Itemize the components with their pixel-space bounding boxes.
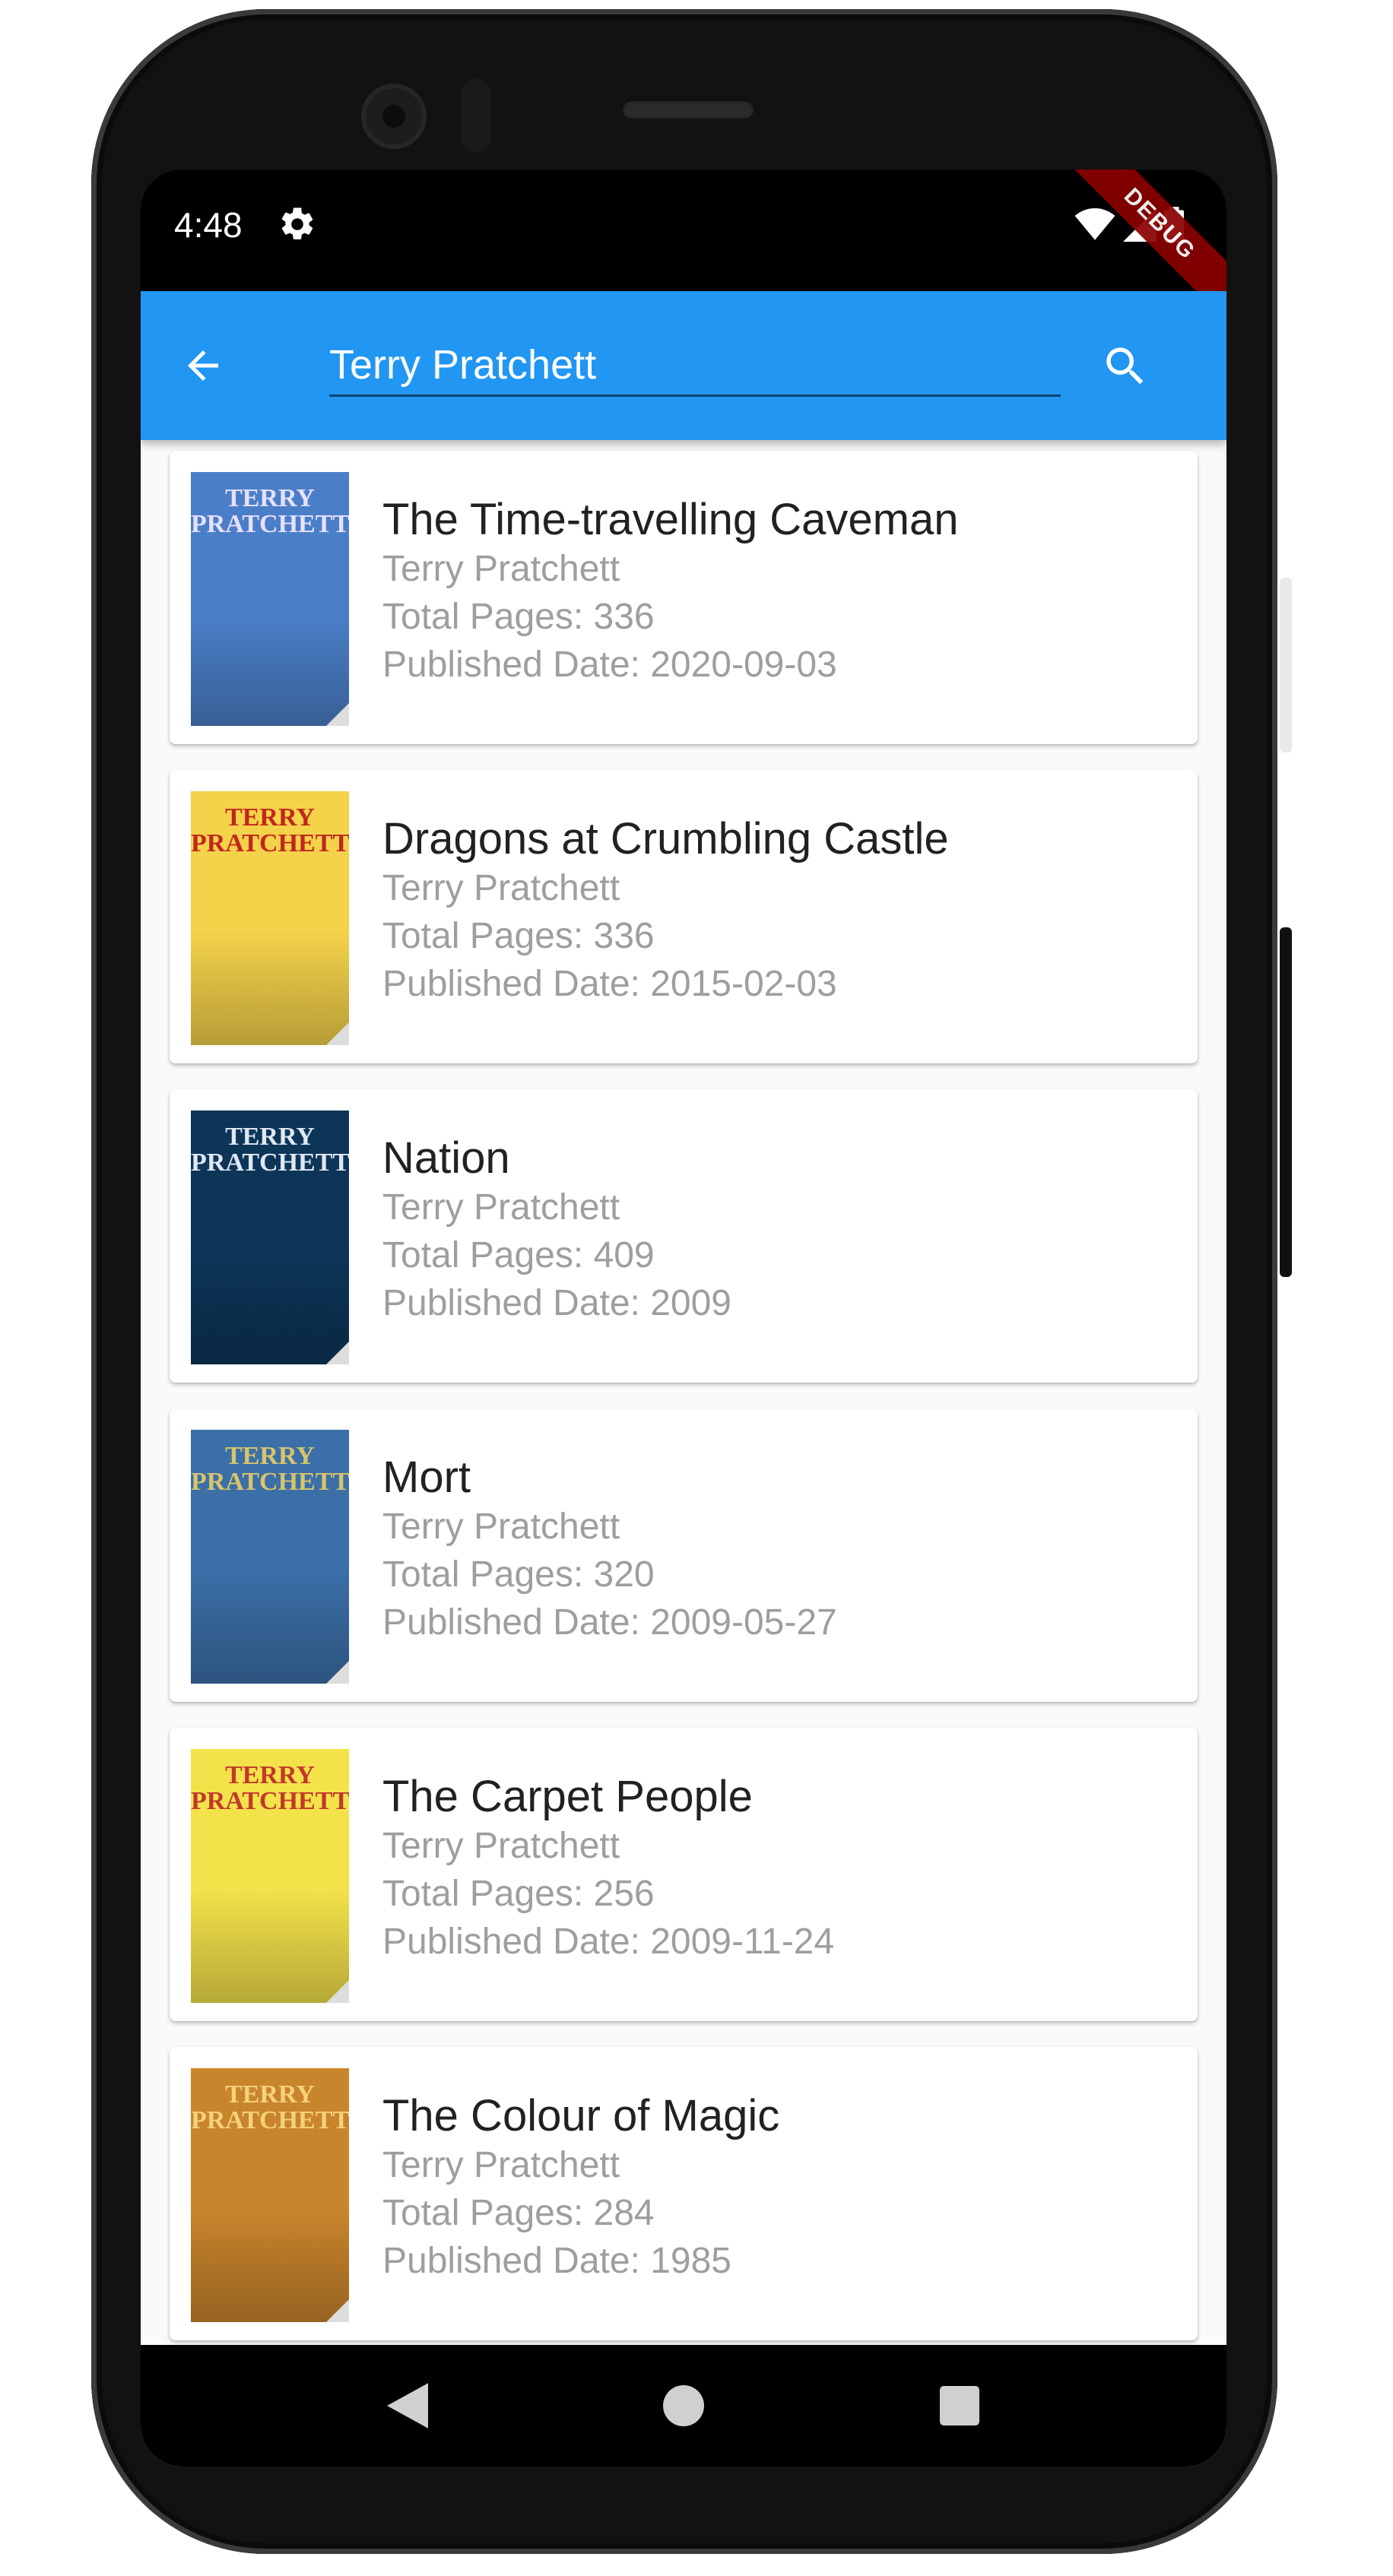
book-cover: TERRY PRATCHETT xyxy=(191,791,349,1045)
device-screen: 4:48 DEBUG TERRY PRATC xyxy=(141,170,1226,2467)
book-card[interactable]: TERRY PRATCHETT Mort Terry Pratchett Tot… xyxy=(170,1408,1198,1702)
book-pages: Total Pages: 320 xyxy=(382,1554,655,1595)
book-published: Published Date: 1985 xyxy=(382,2241,731,2281)
volume-button xyxy=(1280,578,1292,753)
book-title: The Carpet People xyxy=(382,1772,753,1821)
book-info: Mort Terry Pratchett Total Pages: 320 Pu… xyxy=(382,1453,837,1646)
cover-author: TERRY PRATCHETT xyxy=(191,484,349,538)
system-nav-bar xyxy=(141,2345,1226,2467)
book-published: Published Date: 2009 xyxy=(382,1283,731,1323)
book-published: Published Date: 2020-09-03 xyxy=(382,645,837,685)
earpiece-speaker xyxy=(622,99,754,119)
cover-fold xyxy=(326,1661,349,1684)
status-bar: 4:48 DEBUG xyxy=(141,170,1226,320)
book-pages: Total Pages: 409 xyxy=(382,1235,655,1275)
book-info: The Time-travelling Caveman Terry Pratch… xyxy=(382,495,959,689)
cover-author: TERRY PRATCHETT xyxy=(191,1761,349,1815)
cover-author: TERRY PRATCHETT xyxy=(191,1123,349,1177)
book-card[interactable]: TERRY PRATCHETT Nation Terry Pratchett T… xyxy=(170,1089,1198,1383)
cover-fold xyxy=(326,1342,349,1364)
book-pages: Total Pages: 336 xyxy=(382,916,655,956)
book-cover: TERRY PRATCHETT xyxy=(191,2068,349,2322)
book-published: Published Date: 2015-02-03 xyxy=(382,964,837,1004)
book-card[interactable]: TERRY PRATCHETT The Time-travelling Cave… xyxy=(170,451,1198,744)
book-card[interactable]: TERRY PRATCHETT The Carpet People Terry … xyxy=(170,1728,1198,2021)
status-time: 4:48 xyxy=(174,205,243,245)
cover-author: TERRY PRATCHETT xyxy=(191,803,349,857)
book-info: The Colour of Magic Terry Pratchett Tota… xyxy=(382,2091,779,2285)
wifi-icon xyxy=(1074,208,1115,246)
search-input[interactable] xyxy=(329,335,1061,397)
book-cover: TERRY PRATCHETT xyxy=(191,472,349,726)
book-author: Terry Pratchett xyxy=(382,868,620,908)
app-bar xyxy=(141,291,1226,440)
book-published: Published Date: 2009-11-24 xyxy=(382,1922,835,1962)
book-list[interactable]: TERRY PRATCHETT The Time-travelling Cave… xyxy=(141,440,1226,2467)
book-info: Dragons at Crumbling Castle Terry Pratch… xyxy=(382,814,949,1008)
book-author: Terry Pratchett xyxy=(382,1187,620,1228)
book-cover: TERRY PRATCHETT xyxy=(191,1111,349,1364)
book-pages: Total Pages: 336 xyxy=(382,597,655,637)
book-title: The Time-travelling Caveman xyxy=(382,495,959,544)
power-button xyxy=(1280,927,1292,1277)
cover-author: TERRY PRATCHETT xyxy=(191,1442,349,1496)
cover-fold xyxy=(326,1980,349,2003)
nav-recents-icon[interactable] xyxy=(929,2375,990,2436)
book-author: Terry Pratchett xyxy=(382,1826,620,1866)
book-author: Terry Pratchett xyxy=(382,2145,620,2185)
nav-back-icon[interactable] xyxy=(377,2375,438,2436)
cover-author: TERRY PRATCHETT xyxy=(191,2080,349,2134)
nav-home-icon[interactable] xyxy=(653,2375,714,2436)
front-camera xyxy=(361,84,427,149)
book-published: Published Date: 2009-05-27 xyxy=(382,1602,837,1643)
proximity-sensor xyxy=(461,79,491,152)
book-cover: TERRY PRATCHETT xyxy=(191,1749,349,2003)
cover-fold xyxy=(326,2299,349,2322)
book-info: Nation Terry Pratchett Total Pages: 409 … xyxy=(382,1133,731,1327)
arrow-back-icon[interactable] xyxy=(173,335,233,396)
book-pages: Total Pages: 284 xyxy=(382,2193,655,2233)
book-card[interactable]: TERRY PRATCHETT The Colour of Magic Terr… xyxy=(170,2047,1198,2340)
book-info: The Carpet People Terry Pratchett Total … xyxy=(382,1772,834,1966)
cover-fold xyxy=(326,1022,349,1045)
book-title: Mort xyxy=(382,1453,471,1502)
book-author: Terry Pratchett xyxy=(382,549,620,589)
book-cover: TERRY PRATCHETT xyxy=(191,1430,349,1684)
gear-icon xyxy=(278,204,317,244)
book-pages: Total Pages: 256 xyxy=(382,1874,655,1914)
book-title: Dragons at Crumbling Castle xyxy=(382,814,949,863)
cover-fold xyxy=(326,703,349,726)
book-title: Nation xyxy=(382,1133,510,1183)
book-author: Terry Pratchett xyxy=(382,1507,620,1547)
book-card[interactable]: TERRY PRATCHETT Dragons at Crumbling Cas… xyxy=(170,770,1198,1063)
book-title: The Colour of Magic xyxy=(382,2091,780,2140)
search-icon[interactable] xyxy=(1091,332,1160,401)
